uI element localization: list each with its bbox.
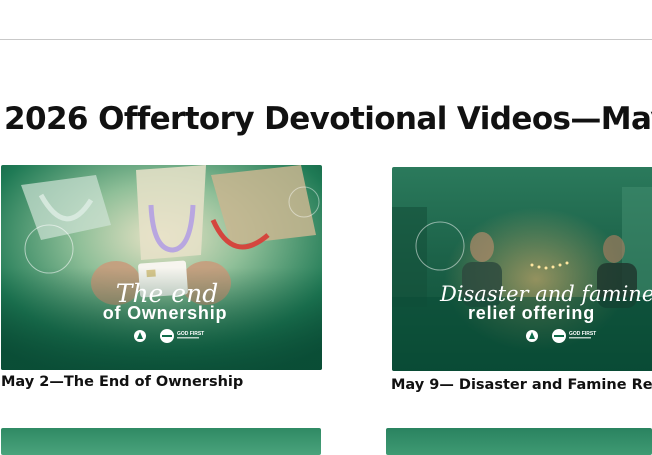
adventist-logo-icon: [526, 330, 538, 342]
overlay-bold-text: of Ownership: [103, 303, 228, 323]
video-title-overlay: The end of Ownership GOD FIRST: [103, 279, 228, 343]
video-thumbnail-next-left[interactable]: [1, 428, 321, 455]
svg-text:GOD FIRST: GOD FIRST: [177, 331, 204, 337]
header-divider: [0, 39, 652, 40]
video-title-overlay: Disaster and famine relief offering GOD …: [439, 282, 652, 343]
svg-text:GOD FIRST: GOD FIRST: [569, 331, 596, 337]
video-thumbnail-may-9[interactable]: Disaster and famine relief offering GOD …: [392, 167, 652, 371]
video-caption[interactable]: May 2—The End of Ownership: [1, 374, 331, 390]
overlay-bold-text: relief offering: [468, 303, 595, 323]
video-caption[interactable]: May 9— Disaster and Famine Relief Offeri…: [391, 377, 652, 393]
video-thumbnail-may-2[interactable]: The end of Ownership GOD FIRST: [1, 165, 322, 370]
video-thumbnail-next-right[interactable]: [386, 428, 652, 455]
adventist-logo-icon: [134, 330, 146, 342]
page-title: 2026 Offertory Devotional Videos—May: [4, 101, 652, 137]
god-first-logo-icon: GOD FIRST: [552, 329, 596, 343]
god-first-logo-icon: GOD FIRST: [160, 329, 204, 343]
